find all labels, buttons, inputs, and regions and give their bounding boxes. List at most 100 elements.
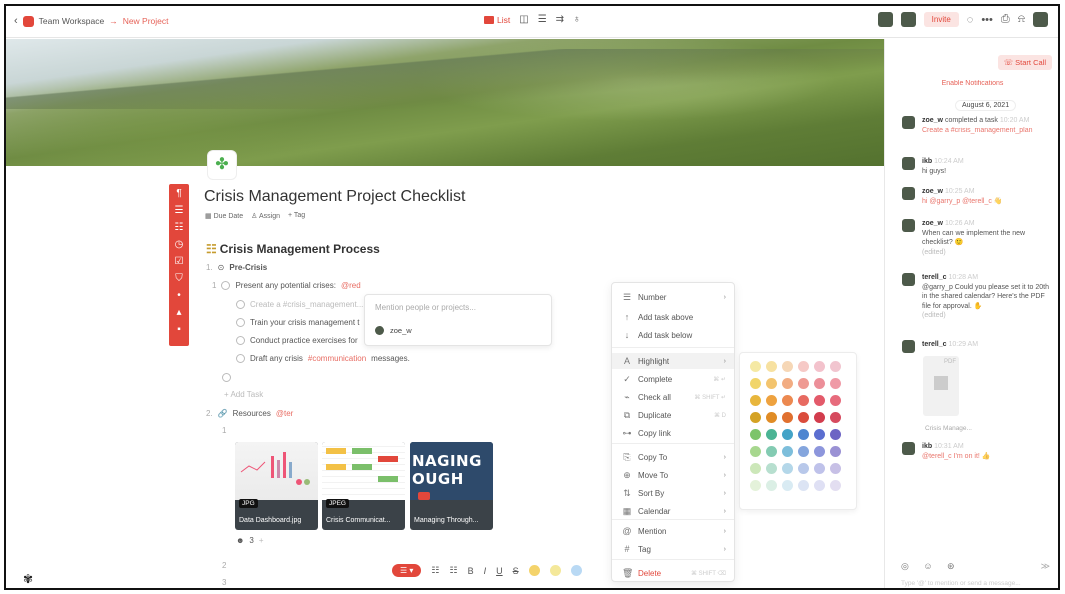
page-title[interactable]: Crisis Management Project Checklist [204, 188, 465, 206]
highlight-color-swatch[interactable] [766, 378, 777, 389]
list-item[interactable]: 1. ⊙ Pre-Crisis [206, 263, 267, 272]
highlight-color-swatch[interactable] [766, 361, 777, 372]
menu-item-complete[interactable]: ✓ Complete ⌘ ↵ [612, 371, 734, 387]
highlight-color-swatch[interactable] [766, 463, 777, 474]
board-view-icon[interactable]: ◫ [519, 14, 528, 25]
highlight-color-swatch[interactable] [830, 429, 841, 440]
task-checkbox[interactable] [236, 354, 245, 363]
tag-button[interactable]: + Tag [288, 212, 305, 220]
people-view-icon[interactable]: ♁ [573, 14, 581, 25]
menu-item-calendar[interactable]: ▦ Calendar › [612, 503, 734, 519]
highlight-color-swatch[interactable] [766, 480, 777, 491]
task-row[interactable]: Conduct practice exercises for [236, 336, 358, 345]
dot-icon[interactable]: • [177, 290, 181, 301]
task-checkbox[interactable] [221, 281, 231, 290]
tab-list[interactable]: List [484, 15, 510, 25]
task-checkbox[interactable] [222, 373, 231, 382]
start-call-button[interactable]: ☏ Start Call [997, 55, 1052, 70]
paragraph-icon[interactable]: ¶ [176, 188, 181, 199]
task-row[interactable] [222, 373, 231, 382]
highlight-color-swatch[interactable] [814, 429, 825, 440]
user-avatar[interactable] [1033, 12, 1048, 27]
bold-button[interactable]: B [468, 566, 474, 576]
highlight-color-swatch[interactable] [782, 463, 793, 474]
task-checkbox[interactable] [236, 336, 245, 345]
attachment-name[interactable]: Crisis Manage... [925, 425, 972, 432]
task-row[interactable]: Draft any crisis #communication messages… [236, 354, 410, 363]
avatar[interactable] [877, 12, 893, 27]
project-name[interactable]: New Project [123, 16, 169, 26]
highlight-color-swatch[interactable] [830, 395, 841, 406]
table-view-icon[interactable]: ☰ [538, 14, 547, 25]
bullet-list-icon[interactable]: ☷ [431, 565, 439, 576]
cover-image[interactable] [6, 39, 884, 166]
menu-item-check-all[interactable]: ⌁ Check all ⌘ SHIFT ↵ [612, 389, 734, 405]
mention-chip[interactable]: @red [341, 281, 361, 290]
add-reaction-icon[interactable]: + [259, 536, 264, 545]
highlight-color-swatch[interactable] [750, 463, 761, 474]
assign-button[interactable]: ♙ Assign [251, 212, 280, 220]
chat-icon[interactable]: ◌ [967, 14, 974, 26]
menu-item-add-task-above[interactable]: ↑ Add task above [612, 309, 734, 325]
highlight-color-swatch[interactable] [750, 412, 761, 423]
task-row[interactable]: Train your crisis management t [236, 318, 360, 327]
task-row[interactable]: 1 Present any potential crises: @red [212, 281, 361, 290]
highlight-color-swatch[interactable] [798, 361, 809, 372]
highlight-color-swatch[interactable] [750, 480, 761, 491]
color-swatch[interactable] [528, 565, 540, 576]
task-checkbox[interactable] [236, 318, 245, 327]
highlight-color-swatch[interactable] [782, 361, 793, 372]
due-date-button[interactable]: ▦ Due Date [205, 212, 243, 220]
highlight-color-swatch[interactable] [750, 361, 761, 372]
timeline-view-icon[interactable]: ⇉ [556, 14, 564, 25]
highlight-color-swatch[interactable] [782, 412, 793, 423]
highlight-color-swatch[interactable] [814, 378, 825, 389]
highlight-color-swatch[interactable] [830, 361, 841, 372]
mention-search-input[interactable]: Mention people or projects... [375, 303, 476, 312]
highlight-color-swatch[interactable] [814, 463, 825, 474]
list-style-dropdown[interactable]: ☰ ▾ [392, 564, 422, 577]
bell-icon[interactable]: ⍾ [1018, 13, 1025, 26]
highlight-color-swatch[interactable] [830, 480, 841, 491]
highlight-color-swatch[interactable] [814, 361, 825, 372]
highlight-color-swatch[interactable] [830, 446, 841, 457]
menu-item-delete[interactable]: 🗑 Delete ⌘ SHIFT ⌫ [612, 565, 734, 581]
strikethrough-button[interactable]: S [513, 566, 519, 576]
highlight-color-swatch[interactable] [830, 463, 841, 474]
hashtag-chip[interactable]: #communication [308, 354, 366, 363]
add-task-button[interactable]: + Add Task [224, 390, 263, 399]
menu-item-tag[interactable]: # Tag › [612, 541, 734, 557]
section-heading[interactable]: ☷ Crisis Management Process [206, 242, 380, 256]
menu-item-copy-link[interactable]: ⊶ Copy link [612, 425, 734, 441]
menu-item-mention[interactable]: @ Mention › [612, 523, 734, 539]
highlight-color-swatch[interactable] [830, 378, 841, 389]
highlight-color-swatch[interactable] [766, 412, 777, 423]
highlight-color-swatch[interactable] [782, 480, 793, 491]
highlight-color-swatch[interactable] [814, 480, 825, 491]
highlight-color-swatch[interactable] [782, 395, 793, 406]
bullet-list-icon[interactable]: ☷ [175, 222, 184, 233]
task-checkbox[interactable] [236, 300, 245, 309]
highlight-color-swatch[interactable] [830, 412, 841, 423]
highlight-color-swatch[interactable] [798, 412, 809, 423]
pdf-attachment[interactable]: PDF [923, 356, 959, 416]
workspace-name[interactable]: Team Workspace [39, 16, 105, 26]
highlight-color-swatch[interactable] [798, 395, 809, 406]
mention-option[interactable]: zoe_w [375, 326, 412, 335]
avatar[interactable] [900, 12, 916, 27]
message-input[interactable]: Type '@' to mention or send a message... [901, 580, 1021, 587]
attachment-thumbnail[interactable]: JPEG Crisis Communicat... [322, 442, 405, 530]
enable-notifications-link[interactable]: Enable Notifications [885, 80, 1058, 87]
highlight-color-swatch[interactable] [798, 446, 809, 457]
highlight-color-swatch[interactable] [814, 446, 825, 457]
underline-button[interactable]: U [496, 566, 503, 576]
invite-button[interactable]: Invite [923, 12, 959, 27]
highlight-color-swatch[interactable] [798, 429, 809, 440]
highlight-color-swatch[interactable] [766, 446, 777, 457]
send-icon[interactable]: ≫ [1041, 561, 1050, 572]
highlight-color-swatch[interactable] [782, 429, 793, 440]
highlight-color-swatch[interactable] [798, 378, 809, 389]
highlight-color-swatch[interactable] [766, 395, 777, 406]
back-chevron-icon[interactable]: ‹ [14, 15, 18, 27]
checkbox-icon[interactable]: ☑ [175, 256, 184, 267]
